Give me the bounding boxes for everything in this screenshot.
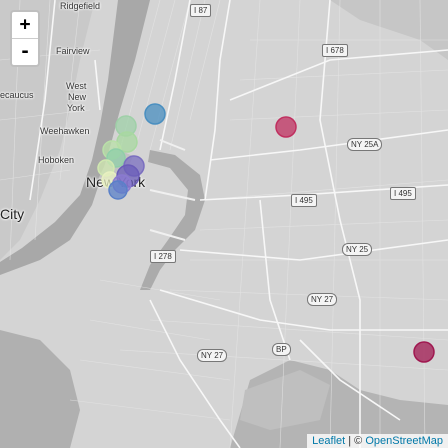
zoom-in-button[interactable]: + [12,12,38,38]
marker-12[interactable] [275,116,297,138]
attribution: Leaflet | © OpenStreetMap [307,434,448,448]
zoom-control: + - [10,10,40,67]
map-container[interactable]: Ridgefield Fairview ecaucus West New Yor… [0,0,448,448]
attribution-separator: | © [345,435,366,447]
openstreetmap-link[interactable]: OpenStreetMap [365,435,443,447]
leaflet-link[interactable]: Leaflet [312,435,345,447]
marker-1[interactable] [144,103,166,125]
marker-13[interactable] [413,341,435,363]
zoom-out-button[interactable]: - [12,38,38,65]
marker-11[interactable] [108,180,128,200]
marker-layer [97,103,435,363]
